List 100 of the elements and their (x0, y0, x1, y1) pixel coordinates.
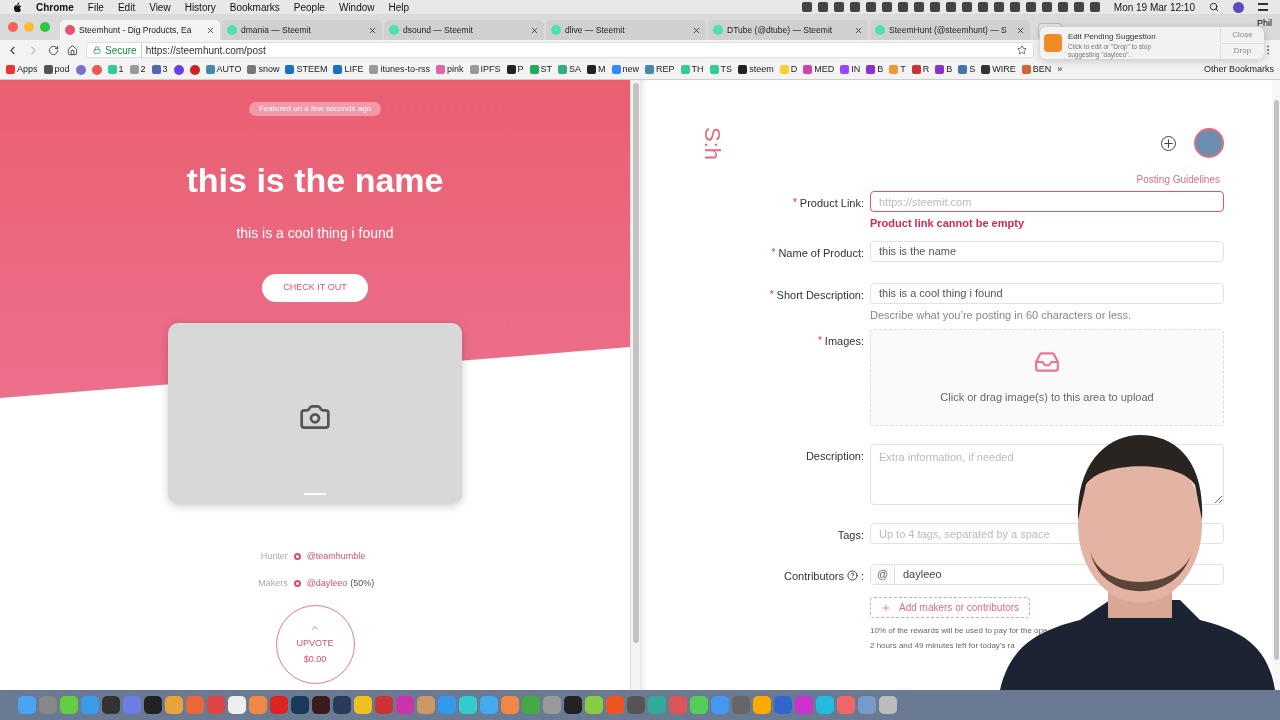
bookmark-label: 3 (162, 62, 168, 76)
bookmark-item[interactable]: ST (529, 62, 553, 77)
browser-tab[interactable]: dmania — Steemit (222, 20, 382, 40)
bookmark-label: MED (814, 62, 835, 76)
bookmark-item[interactable]: 1 (107, 62, 124, 77)
bookmark-item[interactable]: P (506, 62, 524, 77)
bookmark-item[interactable]: 2 (129, 62, 146, 77)
required-mark: * (792, 196, 797, 210)
bookmark-label: WIRE (992, 62, 1016, 76)
clock: Mon 19 Mar 12:10 (1113, 0, 1195, 15)
note-text: 2 hours and 49 minutes left for today's ra (870, 640, 1016, 652)
bookmark-label: S (969, 62, 976, 76)
menu-item[interactable]: View (149, 0, 171, 15)
bookmark-label: new (622, 62, 640, 76)
bookmark-item[interactable]: IN (840, 62, 861, 77)
other-bookmarks[interactable]: Other Bookmarks (1203, 62, 1274, 77)
bookmark-item[interactable]: S (958, 62, 976, 77)
bookmark-item[interactable]: R (911, 62, 930, 77)
browser-tab[interactable]: SteemHunt (@steemhunt) — S (870, 20, 1030, 40)
bookmark-item[interactable]: M (587, 62, 606, 77)
browser-tab[interactable]: Steemhunt - Dig Products, Ea (60, 20, 220, 40)
bookmark-label: TS (720, 62, 733, 76)
menu-item[interactable]: Help (388, 0, 410, 15)
bookmark-label: D (790, 62, 798, 76)
bookmark-item[interactable]: steem (738, 62, 774, 77)
menu-item[interactable]: Bookmarks (229, 0, 280, 15)
address-field[interactable]: Secure https://steemhunt.com/post (86, 42, 1034, 58)
share-text: (50%) (350, 576, 375, 590)
bookmark-item[interactable]: SA (558, 62, 582, 77)
bookmark-label: steem (749, 62, 774, 76)
bookmark-item[interactable]: LIFE (333, 62, 364, 77)
bookmark-item[interactable]: pod (43, 62, 70, 77)
contributor-value: dayleeo (902, 567, 943, 583)
credit-role: Hunter (259, 550, 288, 563)
bookmark-label: SA (569, 62, 582, 76)
field-label: Tags: (837, 528, 864, 543)
required-mark: * (817, 334, 822, 348)
bookmark-label: P (517, 62, 524, 76)
bookmark-item[interactable]: B (866, 62, 884, 77)
bookmark-item[interactable]: Apps (6, 62, 38, 77)
bookmark-label: REP (656, 62, 675, 76)
tab-title: dmania — Steemit (241, 23, 312, 37)
user-link[interactable]: @dayleeo (306, 576, 348, 590)
bookmark-label: B (946, 62, 953, 76)
upload-text: Click or drag image(s) to this area to upload (940, 390, 1154, 406)
bookmark-item[interactable]: MED (803, 62, 835, 77)
featured-badge: Featured on a few seconds ago (248, 102, 382, 116)
bookmark-item[interactable]: TS (709, 62, 733, 77)
required-mark: * (769, 287, 774, 302)
at-prefix: @ (871, 565, 895, 584)
bookmark-item[interactable]: 3 (151, 62, 168, 77)
check-it-out-button[interactable]: CHECK IT OUT (262, 274, 368, 302)
tab-title: SteemHunt (@steemhunt) — S (889, 23, 1008, 37)
hint-text: Describe what you’re posting in 60 characters or less. (870, 307, 1133, 323)
bookmark-label: itunes-to-rss (380, 62, 430, 76)
bookmark-label: ST (540, 62, 553, 76)
bookmark-label: LIFE (344, 62, 364, 76)
browser-tab[interactable]: DTube (@dtube) — Steemit (708, 20, 868, 40)
text-field[interactable]: this is a cool thing i found (870, 282, 1224, 304)
more-bookmarks[interactable]: » (1057, 62, 1063, 77)
bookmark-item[interactable]: new (611, 62, 640, 77)
bookmark-label: snow (258, 62, 280, 76)
bookmark-item[interactable]: TH (680, 62, 704, 77)
bookmark-item[interactable]: AUTO (205, 62, 242, 77)
bookmark-label: T (900, 62, 906, 76)
security-label: Secure (105, 42, 142, 58)
bookmark-item[interactable]: pink (436, 62, 464, 77)
field-label: Name of Product: (778, 245, 864, 261)
field-label: Contributors (784, 569, 844, 584)
bookmark-item[interactable]: BEN (1021, 62, 1052, 77)
product-tagline: this is a cool thing i found (236, 224, 394, 243)
menu-item[interactable]: File (87, 0, 104, 15)
bookmark-item[interactable]: T (889, 62, 906, 77)
bookmark-item[interactable]: IPFS (469, 62, 501, 77)
bookmark-item[interactable]: REP (645, 62, 675, 77)
text-field[interactable]: https://steemit.com (870, 191, 1224, 212)
credit-role: Makers (257, 576, 288, 590)
text-field[interactable]: this is the name (870, 240, 1224, 262)
browser-tab[interactable]: dlive — Steemit (546, 20, 706, 40)
upvote-label: UPVOTE (296, 636, 334, 650)
bookmark-label: M (598, 62, 606, 76)
tab-title: DTube (@dtube) — Steemit (727, 23, 834, 37)
menu-item[interactable]: People (293, 0, 325, 15)
bookmark-item[interactable]: snow (247, 62, 280, 77)
url-text: https://steemhunt.com/post (145, 43, 266, 58)
tab-title: Steemhunt - Dig Products, Ea (79, 23, 193, 37)
bookmark-item[interactable]: D (779, 62, 798, 77)
menu-item[interactable]: History (184, 0, 216, 15)
bookmark-item[interactable]: B (935, 62, 953, 77)
bookmark-label: 2 (140, 62, 146, 76)
upload-area[interactable]: Click or drag image(s) to this area to upload (870, 329, 1224, 426)
bookmark-item[interactable]: WIRE (981, 62, 1016, 77)
bookmark-label: STEEM (296, 62, 328, 76)
browser-tab[interactable]: dsound — Steemit (384, 20, 544, 40)
bookmark-item[interactable]: itunes-to-rss (369, 62, 430, 77)
app-menu[interactable]: Chrome (36, 0, 74, 15)
user-link[interactable]: @teamhumble (306, 550, 366, 564)
menu-item[interactable]: Edit (117, 0, 136, 15)
bookmark-item[interactable]: STEEM (285, 62, 328, 77)
menu-item[interactable]: Window (338, 0, 375, 15)
